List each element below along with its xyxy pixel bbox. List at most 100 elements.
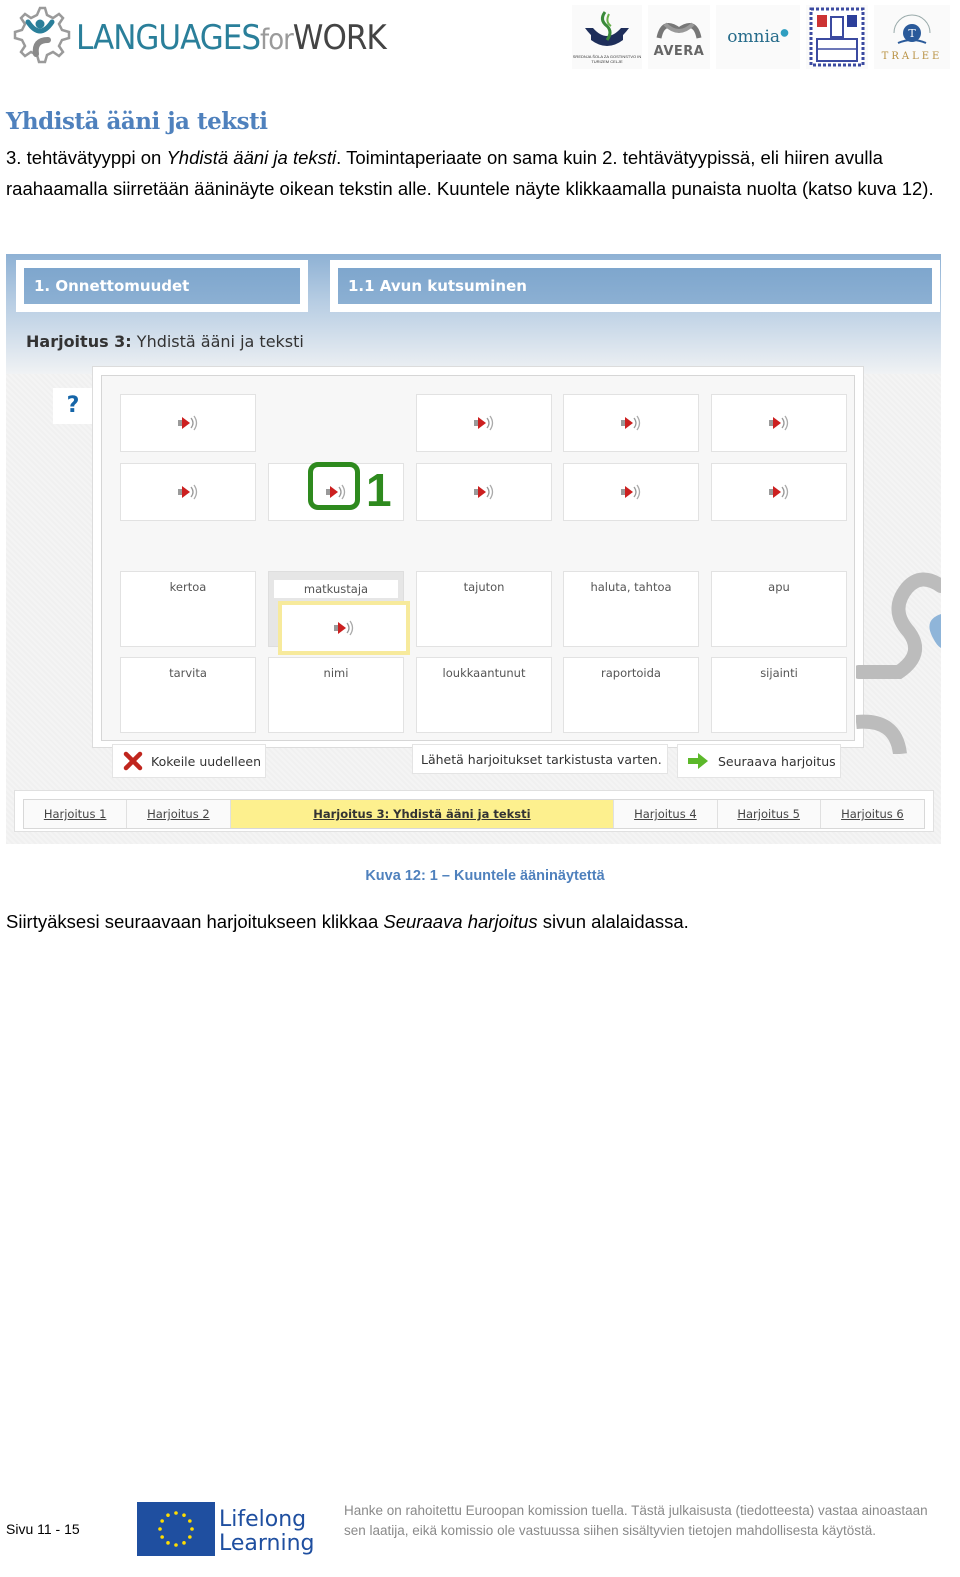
lifelong-text: Lifelong (219, 1507, 307, 1532)
green-arrow-icon (688, 753, 708, 769)
exercise-title: Harjoitus 3: Yhdistä ääni ja teksti (26, 332, 304, 351)
sound-tile[interactable] (711, 463, 847, 521)
speaker-play-icon[interactable] (333, 618, 355, 638)
page-number: Sivu 11 - 15 (6, 1521, 80, 1537)
next-text-2: sivun alalaidassa. (537, 911, 689, 932)
tab-harjoitus-2[interactable]: Harjoitus 2 (127, 800, 231, 828)
word-drop-tile[interactable]: raportoida (563, 657, 699, 733)
sound-tile[interactable] (563, 463, 699, 521)
exercise-title-name: Yhdistä ääni ja teksti (131, 332, 304, 351)
speaker-play-icon[interactable] (620, 413, 642, 433)
omnia-logo: omnia● (716, 5, 800, 69)
logo-text-for: for (260, 23, 294, 56)
word-drop-tile[interactable]: sijainti (711, 657, 847, 733)
eu-star (160, 1535, 164, 1539)
sound-tile[interactable] (416, 463, 552, 521)
word-label: loukkaantunut (442, 666, 526, 680)
languages-for-work-logo: LANGUAGESforWORK (6, 2, 387, 74)
word-label: raportoida (601, 666, 661, 680)
sound-tile[interactable] (563, 394, 699, 452)
word-drop-tile[interactable]: tarvita (120, 657, 256, 733)
next-exercise-button[interactable]: Seuraava harjoitus (677, 744, 841, 778)
logo-text-languages: LANGUAGES (76, 18, 261, 57)
tab-harjoitus-6[interactable]: Harjoitus 6 (821, 800, 924, 828)
word-label: tajuton (463, 580, 505, 594)
speaker-play-icon[interactable] (177, 413, 199, 433)
eu-star (188, 1535, 192, 1539)
eu-star (190, 1527, 194, 1531)
crest-icon (809, 7, 865, 67)
omnia-word: omnia (727, 27, 781, 47)
exercise-board: 1 kertoa matkustaja tajuton haluta, tahtoa ap… (92, 366, 864, 748)
tab-harjoitus-1[interactable]: Harjoitus 1 (24, 800, 128, 828)
eu-star (166, 1513, 170, 1517)
avera-logo: AVERA (648, 5, 710, 69)
word-drop-tile[interactable]: apu (711, 571, 847, 647)
red-x-icon (123, 751, 143, 771)
word-drop-tile[interactable]: kertoa (120, 571, 256, 647)
avera-text: AVERA (653, 43, 705, 59)
eu-star (174, 1543, 178, 1547)
retry-button[interactable]: Kokeile uudelleen (112, 744, 266, 778)
sound-tile[interactable] (711, 394, 847, 452)
callout-highlight-box (308, 462, 360, 510)
bowl-icon (585, 11, 629, 46)
eu-flag-icon (137, 1502, 215, 1556)
eu-star (158, 1527, 162, 1531)
sound-tile[interactable] (120, 394, 256, 452)
avera-mark-icon (656, 22, 702, 39)
eu-star (188, 1519, 192, 1523)
breadcrumb-chapter[interactable]: 1. Onnettomuudet (16, 260, 308, 312)
submit-button[interactable]: Lähetä harjoitukset tarkistusta varten. (412, 744, 668, 774)
speaker-play-icon[interactable] (768, 413, 790, 433)
word-drop-tile[interactable]: loukkaantunut (416, 657, 552, 733)
word-label: apu (768, 580, 790, 594)
speaker-play-icon[interactable] (768, 482, 790, 502)
sound-tile[interactable] (120, 463, 256, 521)
sound-tile[interactable] (416, 394, 552, 452)
eu-star (160, 1519, 164, 1523)
breadcrumb-section[interactable]: 1.1 Avun kutsuminen (330, 260, 940, 312)
help-icon: ? (66, 393, 80, 418)
word-drop-tile[interactable]: nimi (268, 657, 404, 733)
exercise-screenshot: 1. Onnettomuudet 1.1 Avun kutsuminen Har… (6, 254, 941, 844)
next-text-italic: Seuraava harjoitus (383, 911, 538, 932)
svg-text:T: T (908, 27, 916, 40)
tralee-logo: T TRALEE (874, 5, 950, 69)
submit-label: Lähetä harjoitukset tarkistusta varten. (421, 751, 662, 767)
eu-star (182, 1513, 186, 1517)
funding-disclaimer: Hanke on rahoitettu Euroopan komission t… (344, 1503, 928, 1538)
exercise-title-number: Harjoitus 3: (26, 332, 132, 351)
puzzle-decoration-icon (856, 572, 941, 754)
next-instruction-paragraph: Siirtyäksesi seuraavaan harjoitukseen kl… (6, 906, 956, 937)
speaker-play-icon[interactable] (473, 413, 495, 433)
tab-harjoitus-5[interactable]: Harjoitus 5 (718, 800, 821, 828)
speaker-play-icon[interactable] (473, 482, 495, 502)
eu-star (166, 1541, 170, 1545)
word-label: tarvita (169, 666, 207, 680)
help-button[interactable]: ? (53, 388, 93, 424)
section-title: Yhdistä ääni ja teksti (6, 108, 268, 135)
tab-harjoitus-4[interactable]: Harjoitus 4 (614, 800, 718, 828)
tralee-text: TRALEE (881, 50, 943, 62)
school-caption: SREDNJA ŠOLA ZA GOSTINSTVO IN TURIZEM CE… (572, 54, 642, 64)
logo-text-work: WORK (292, 18, 387, 57)
speaker-play-icon[interactable] (620, 482, 642, 502)
breadcrumb-section-label: 1.1 Avun kutsuminen (338, 268, 932, 304)
speaker-play-icon[interactable] (177, 482, 199, 502)
word-drop-tile[interactable]: tajuton (416, 571, 552, 647)
intro-text-1: 3. tehtävätyyppi on (6, 147, 167, 168)
eu-star (174, 1511, 178, 1515)
omnia-text: omnia● (727, 27, 789, 47)
eu-star (182, 1541, 186, 1545)
intro-text-italic: Yhdistä ääni ja teksti (166, 147, 337, 168)
tralee-emblem-icon: T (893, 14, 931, 44)
learning-text: Learning (219, 1531, 315, 1556)
school-logo: SREDNJA ŠOLA ZA GOSTINSTVO IN TURIZEM CE… (572, 5, 642, 69)
dragged-sound-sample[interactable] (278, 601, 410, 655)
retry-label: Kokeile uudelleen (151, 753, 262, 769)
callout-number: 1 (366, 464, 392, 516)
tab-harjoitus-3[interactable]: Harjoitus 3: Yhdistä ääni ja teksti (230, 800, 615, 828)
word-drop-tile[interactable]: haluta, tahtoa (563, 571, 699, 647)
partner-logos: SREDNJA ŠOLA ZA GOSTINSTVO IN TURIZEM CE… (572, 4, 956, 70)
